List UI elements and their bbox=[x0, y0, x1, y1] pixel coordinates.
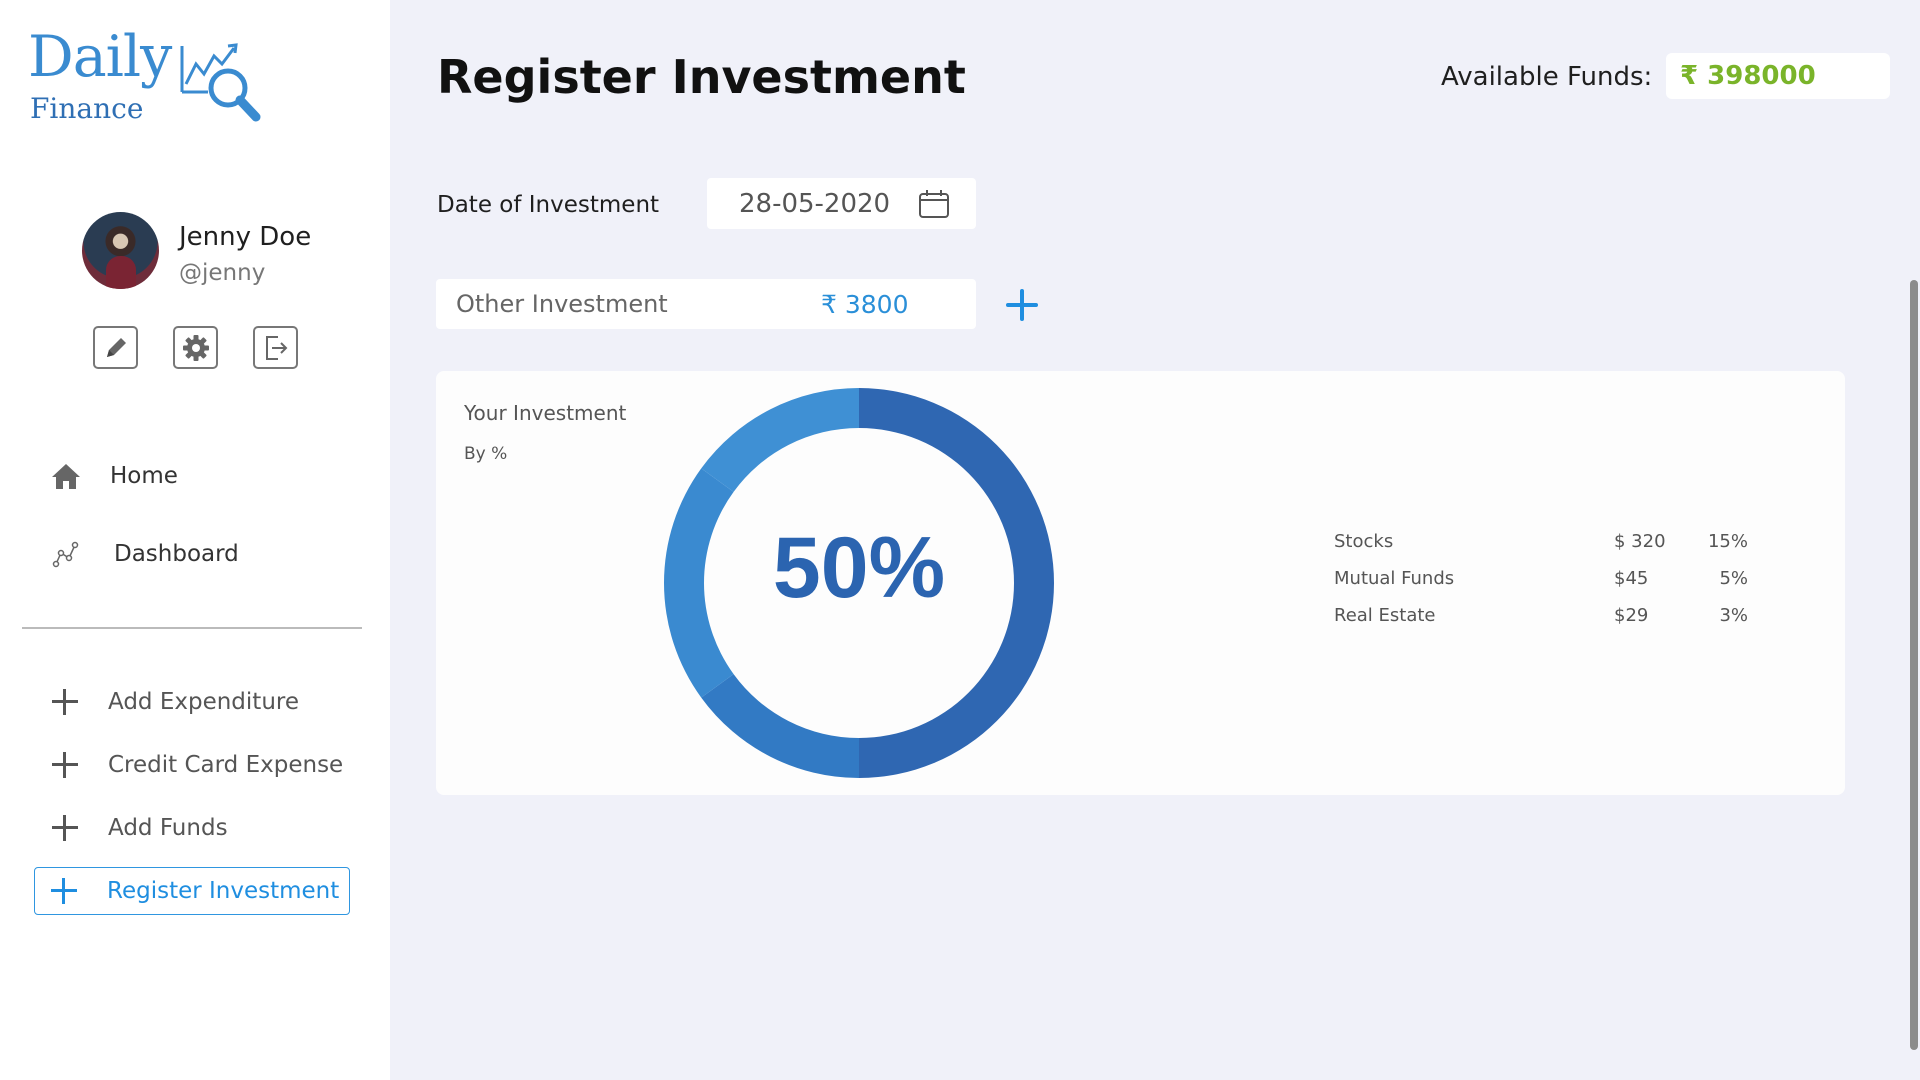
calendar-icon[interactable] bbox=[918, 189, 950, 219]
menu-credit-card-expense[interactable]: Credit Card Expense bbox=[50, 750, 343, 780]
menu-add-funds[interactable]: Add Funds bbox=[50, 813, 228, 843]
nav-home-label: Home bbox=[110, 463, 178, 489]
settings-button[interactable] bbox=[173, 326, 218, 369]
nav-dashboard-label: Dashboard bbox=[114, 541, 239, 567]
other-investment-field[interactable]: Other Investment ₹ 3800 bbox=[436, 279, 976, 329]
scrollbar[interactable] bbox=[1908, 280, 1920, 1060]
plus-icon bbox=[50, 813, 80, 843]
page-title: Register Investment bbox=[437, 50, 966, 104]
chart-magnifier-icon bbox=[180, 43, 261, 122]
profile-handle: @jenny bbox=[179, 260, 266, 286]
plus-icon bbox=[49, 876, 79, 906]
date-value: 28-05-2020 bbox=[739, 188, 891, 219]
logout-button[interactable] bbox=[253, 326, 298, 369]
nav-home[interactable]: Home bbox=[50, 460, 178, 492]
home-icon bbox=[50, 460, 82, 492]
profile-actions bbox=[93, 326, 298, 369]
menu-register-investment-label: Register Investment bbox=[107, 878, 340, 904]
breakdown-percent: 5% bbox=[1719, 568, 1748, 589]
investment-summary-card: Your Investment By % 50% Stocks $ 320 15% M… bbox=[436, 371, 1845, 795]
edit-icon bbox=[106, 337, 126, 357]
nav-dashboard[interactable]: Dashboard bbox=[50, 538, 239, 570]
date-of-investment-field[interactable]: 28-05-2020 bbox=[707, 178, 976, 229]
logo-daily-text: Daily bbox=[28, 24, 172, 90]
other-investment-value: ₹ 3800 bbox=[821, 290, 909, 319]
analytics-icon bbox=[50, 538, 82, 570]
plus-icon bbox=[50, 750, 80, 780]
menu-add-funds-label: Add Funds bbox=[108, 815, 228, 841]
sidebar-divider bbox=[22, 627, 362, 629]
donut-slice-2 bbox=[701, 674, 859, 778]
gear-icon bbox=[182, 334, 209, 361]
plus-icon bbox=[50, 687, 80, 717]
logo-finance-text: Finance bbox=[30, 92, 144, 125]
breakdown-percent: 15% bbox=[1707, 531, 1748, 552]
menu-add-expenditure-label: Add Expenditure bbox=[108, 689, 299, 715]
scrollbar-thumb[interactable] bbox=[1910, 280, 1918, 1050]
date-of-investment-label: Date of Investment bbox=[437, 192, 660, 218]
profile-name: Jenny Doe bbox=[179, 222, 312, 252]
card-title: Your Investment bbox=[464, 401, 627, 425]
app-logo[interactable]: Daily Finance bbox=[28, 24, 288, 125]
donut-slice-4 bbox=[701, 388, 859, 492]
available-funds-value: ₹ 398000 bbox=[1666, 53, 1890, 99]
menu-add-expenditure[interactable]: Add Expenditure bbox=[50, 687, 299, 717]
menu-register-investment[interactable]: Register Investment bbox=[34, 867, 350, 915]
available-funds-label: Available Funds: bbox=[1441, 62, 1653, 92]
logout-icon bbox=[265, 335, 287, 360]
edit-profile-button[interactable] bbox=[93, 326, 138, 369]
sidebar: Daily Finance Jenny Doe @jenny Home Dash… bbox=[0, 0, 390, 1080]
other-investment-label: Other Investment bbox=[456, 290, 668, 318]
add-investment-button[interactable] bbox=[1004, 287, 1040, 323]
card-subtitle: By % bbox=[464, 444, 508, 464]
breakdown-percent: 3% bbox=[1719, 605, 1748, 626]
donut-center-label: 50% bbox=[772, 520, 946, 616]
menu-credit-card-expense-label: Credit Card Expense bbox=[108, 752, 344, 778]
avatar[interactable] bbox=[82, 212, 159, 289]
